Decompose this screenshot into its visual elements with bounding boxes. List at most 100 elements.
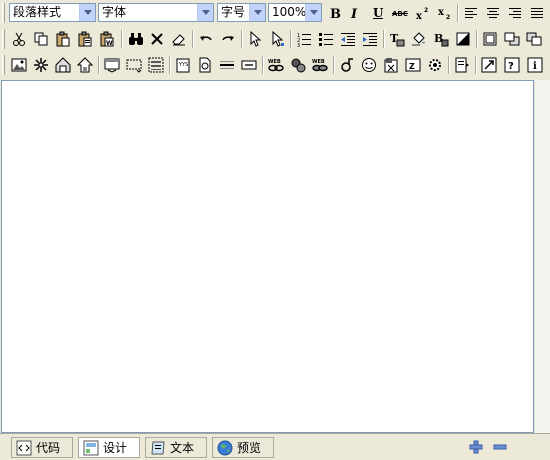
align-center-button[interactable] bbox=[483, 3, 503, 23]
send-backward-button[interactable] bbox=[524, 29, 544, 49]
svg-text:x: x bbox=[438, 7, 445, 18]
align-right-button[interactable] bbox=[505, 3, 525, 23]
bring-forward-button[interactable] bbox=[502, 29, 522, 49]
insert-excel-button[interactable] bbox=[381, 55, 401, 75]
tab-design-label: 设计 bbox=[103, 441, 128, 455]
info-icon: i bbox=[527, 57, 543, 73]
bold-button[interactable]: B bbox=[325, 3, 345, 23]
redo-button[interactable] bbox=[218, 29, 238, 49]
svg-text:U: U bbox=[373, 6, 384, 20]
page-properties-button[interactable] bbox=[452, 55, 472, 75]
tab-preview[interactable]: 预览 bbox=[212, 437, 274, 458]
insert-file-button[interactable] bbox=[75, 55, 95, 75]
about-button[interactable]: i bbox=[525, 55, 545, 75]
insert-table-grid-button[interactable] bbox=[146, 55, 166, 75]
cut-button[interactable] bbox=[9, 29, 29, 49]
chevron-down-icon[interactable] bbox=[197, 4, 213, 21]
find-button[interactable] bbox=[126, 29, 146, 49]
tab-code[interactable]: 代码 bbox=[11, 437, 73, 458]
separator bbox=[290, 30, 292, 48]
dashed-box-icon bbox=[126, 59, 142, 73]
background-color-button[interactable]: B bbox=[431, 29, 451, 49]
svg-text:2: 2 bbox=[424, 7, 428, 14]
italic-button[interactable]: I bbox=[345, 3, 365, 23]
layer-icon bbox=[483, 32, 497, 46]
chevron-down-icon[interactable] bbox=[79, 4, 95, 21]
insert-anchor-button[interactable]: WEB bbox=[310, 55, 330, 75]
select-all-button[interactable] bbox=[267, 29, 287, 49]
superscript-button[interactable]: x2 bbox=[412, 3, 432, 23]
align-left-button[interactable] bbox=[461, 3, 481, 23]
insert-special-button[interactable] bbox=[195, 55, 215, 75]
font-color-button[interactable]: T bbox=[387, 29, 407, 49]
horizontal-rule-icon bbox=[220, 61, 234, 69]
insert-object-button[interactable] bbox=[425, 55, 445, 75]
help-button[interactable]: ? bbox=[502, 55, 522, 75]
paste-button[interactable] bbox=[53, 29, 73, 49]
separator bbox=[448, 56, 450, 74]
paste-word-button[interactable]: W bbox=[97, 29, 117, 49]
insert-div-button[interactable] bbox=[124, 55, 144, 75]
undo-button[interactable] bbox=[196, 29, 216, 49]
toolbar-grip[interactable] bbox=[2, 3, 5, 23]
delete-button[interactable] bbox=[147, 29, 167, 49]
unlink-button[interactable] bbox=[288, 55, 308, 75]
binoculars-icon bbox=[129, 33, 143, 45]
text-color-icon: T bbox=[390, 32, 405, 47]
minus-icon[interactable] bbox=[493, 440, 507, 454]
eraser-icon bbox=[172, 34, 185, 46]
insert-music-button[interactable] bbox=[337, 55, 357, 75]
font-select[interactable]: 字体 bbox=[98, 3, 214, 22]
tab-design[interactable]: 设计 bbox=[78, 437, 140, 458]
underline-icon: U bbox=[373, 6, 384, 20]
insert-template-button[interactable]: Z bbox=[403, 55, 423, 75]
paste-word-icon: W bbox=[100, 31, 114, 47]
insert-marquee-button[interactable] bbox=[239, 55, 259, 75]
plus-icon[interactable] bbox=[469, 440, 483, 454]
marquee-icon bbox=[241, 60, 257, 70]
separator bbox=[476, 30, 478, 48]
layer-button[interactable] bbox=[480, 29, 500, 49]
remove-format-button[interactable] bbox=[453, 29, 473, 49]
unordered-list-button[interactable] bbox=[316, 29, 336, 49]
svg-text:YYS: YYS bbox=[178, 62, 188, 68]
zoom-select[interactable]: 100% bbox=[268, 3, 322, 22]
bring-forward-icon bbox=[504, 32, 520, 46]
vertical-scrollbar[interactable] bbox=[534, 80, 550, 433]
fullscreen-icon bbox=[481, 57, 497, 73]
insert-hr-button[interactable] bbox=[217, 55, 237, 75]
chevron-down-icon[interactable] bbox=[249, 4, 265, 21]
select-button[interactable] bbox=[245, 29, 265, 49]
eraser-button[interactable] bbox=[169, 29, 189, 49]
tab-text[interactable]: 文本 bbox=[145, 437, 207, 458]
paste-text-button[interactable] bbox=[75, 29, 95, 49]
toolbar-grip[interactable] bbox=[2, 55, 5, 75]
insert-image-button[interactable] bbox=[9, 55, 29, 75]
page-properties-icon bbox=[455, 57, 469, 73]
insert-date-button[interactable]: YYS bbox=[173, 55, 193, 75]
toolbar-grip[interactable] bbox=[2, 29, 5, 49]
insert-link-button[interactable]: WEB bbox=[266, 55, 286, 75]
indent-button[interactable] bbox=[360, 29, 380, 49]
copy-icon bbox=[34, 32, 48, 46]
highlight-button[interactable] bbox=[409, 29, 429, 49]
web-link-icon: WEB bbox=[268, 59, 284, 72]
insert-table-button[interactable] bbox=[102, 55, 122, 75]
subscript-button[interactable]: x2 bbox=[434, 3, 454, 23]
insert-flash-button[interactable] bbox=[31, 55, 51, 75]
paragraph-style-select[interactable]: 段落样式 bbox=[9, 3, 96, 22]
font-size-select[interactable]: 字号 bbox=[217, 3, 266, 22]
strikethrough-icon: ABC bbox=[392, 10, 408, 18]
insert-media-button[interactable] bbox=[53, 55, 73, 75]
underline-button[interactable]: U bbox=[368, 3, 388, 23]
outdent-button[interactable] bbox=[338, 29, 358, 49]
copy-button[interactable] bbox=[31, 29, 51, 49]
editor-content-area[interactable] bbox=[1, 80, 534, 433]
fullscreen-button[interactable] bbox=[479, 55, 499, 75]
ordered-list-button[interactable]: 123 bbox=[294, 29, 314, 49]
justify-button[interactable] bbox=[527, 3, 547, 23]
mode-tab-bar: 代码 设计 文本 预览 bbox=[0, 433, 550, 460]
chevron-down-icon[interactable] bbox=[305, 4, 321, 21]
strikethrough-button[interactable]: ABC bbox=[390, 3, 410, 23]
insert-emoticon-button[interactable] bbox=[359, 55, 379, 75]
